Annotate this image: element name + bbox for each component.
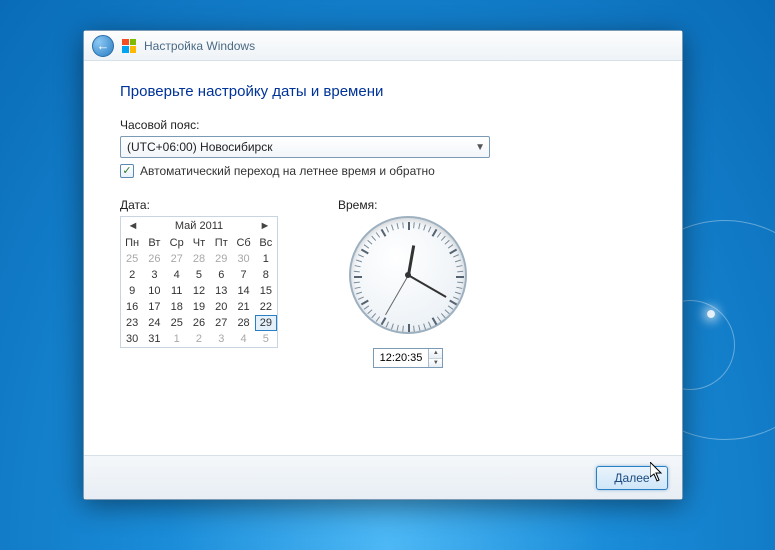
calendar-dow: Чт [188, 235, 210, 251]
windows-logo-icon [122, 39, 136, 53]
calendar-dow: Вт [143, 235, 165, 251]
calendar-day[interactable]: 29 [210, 251, 232, 267]
next-button[interactable]: Далее [596, 466, 668, 490]
calendar-day[interactable]: 9 [121, 283, 143, 299]
calendar-day[interactable]: 18 [166, 299, 188, 315]
dst-label: Автоматический переход на летнее время и… [140, 164, 435, 178]
calendar-day[interactable]: 31 [143, 331, 165, 347]
footer: Далее [84, 455, 682, 499]
calendar-day[interactable]: 6 [210, 267, 232, 283]
chevron-down-icon: ▼ [475, 142, 485, 153]
calendar-dow: Ср [166, 235, 188, 251]
calendar-day[interactable]: 15 [255, 283, 277, 299]
calendar-day[interactable]: 5 [188, 267, 210, 283]
arrow-left-icon: ← [97, 39, 110, 52]
time-spinner[interactable]: 12:20:35 ▲ ▼ [373, 348, 444, 368]
timezone-label: Часовой пояс: [120, 118, 646, 132]
calendar-day[interactable]: 5 [255, 331, 277, 347]
dst-checkbox[interactable]: ✓ [120, 164, 134, 178]
calendar-day[interactable]: 4 [166, 267, 188, 283]
calendar-prev-button[interactable]: ◄ [127, 220, 139, 232]
calendar-day[interactable]: 2 [121, 267, 143, 283]
calendar-day[interactable]: 24 [143, 315, 165, 331]
calendar-day[interactable]: 21 [232, 299, 254, 315]
time-value[interactable]: 12:20:35 [374, 349, 429, 367]
analog-clock [349, 216, 467, 334]
titlebar: ← Настройка Windows [84, 31, 682, 61]
calendar-day[interactable]: 14 [232, 283, 254, 299]
calendar-day[interactable]: 26 [188, 315, 210, 331]
content-area: Проверьте настройку даты и времени Часов… [84, 61, 682, 455]
time-up-button[interactable]: ▲ [429, 349, 442, 359]
calendar-day[interactable]: 27 [166, 251, 188, 267]
calendar-day[interactable]: 23 [121, 315, 143, 331]
date-label: Дата: [120, 198, 278, 212]
calendar-day[interactable]: 10 [143, 283, 165, 299]
timezone-combobox[interactable]: (UTC+06:00) Новосибирск ▼ [120, 136, 490, 158]
page-heading: Проверьте настройку даты и времени [120, 83, 646, 100]
calendar: ◄ Май 2011 ► ПнВтСрЧтПтСбВс 252627282930… [120, 216, 278, 348]
calendar-day[interactable]: 3 [210, 331, 232, 347]
calendar-dow: Пт [210, 235, 232, 251]
calendar-day[interactable]: 27 [210, 315, 232, 331]
back-button[interactable]: ← [92, 35, 114, 57]
calendar-dow: Вс [255, 235, 277, 251]
calendar-next-button[interactable]: ► [259, 220, 271, 232]
calendar-month-title: Май 2011 [175, 220, 223, 232]
calendar-day[interactable]: 25 [121, 251, 143, 267]
timezone-selected: (UTC+06:00) Новосибирск [127, 140, 272, 154]
calendar-day[interactable]: 20 [210, 299, 232, 315]
calendar-day[interactable]: 28 [188, 251, 210, 267]
calendar-day[interactable]: 11 [166, 283, 188, 299]
time-label: Время: [338, 198, 478, 212]
calendar-day[interactable]: 1 [255, 251, 277, 267]
calendar-day[interactable]: 19 [188, 299, 210, 315]
calendar-day[interactable]: 28 [232, 315, 254, 331]
calendar-day[interactable]: 26 [143, 251, 165, 267]
calendar-day[interactable]: 30 [232, 251, 254, 267]
calendar-dow: Пн [121, 235, 143, 251]
calendar-day[interactable]: 4 [232, 331, 254, 347]
calendar-day[interactable]: 12 [188, 283, 210, 299]
calendar-day[interactable]: 13 [210, 283, 232, 299]
time-down-button[interactable]: ▼ [429, 359, 442, 368]
setup-window: ← Настройка Windows Проверьте настройку … [83, 30, 683, 500]
calendar-dow: Сб [232, 235, 254, 251]
calendar-day[interactable]: 16 [121, 299, 143, 315]
calendar-day[interactable]: 29 [255, 315, 277, 331]
calendar-day[interactable]: 17 [143, 299, 165, 315]
calendar-day[interactable]: 25 [166, 315, 188, 331]
calendar-day[interactable]: 30 [121, 331, 143, 347]
calendar-day[interactable]: 1 [166, 331, 188, 347]
calendar-day[interactable]: 7 [232, 267, 254, 283]
calendar-day[interactable]: 2 [188, 331, 210, 347]
window-title: Настройка Windows [144, 39, 255, 53]
calendar-day[interactable]: 8 [255, 267, 277, 283]
calendar-day[interactable]: 3 [143, 267, 165, 283]
calendar-day[interactable]: 22 [255, 299, 277, 315]
